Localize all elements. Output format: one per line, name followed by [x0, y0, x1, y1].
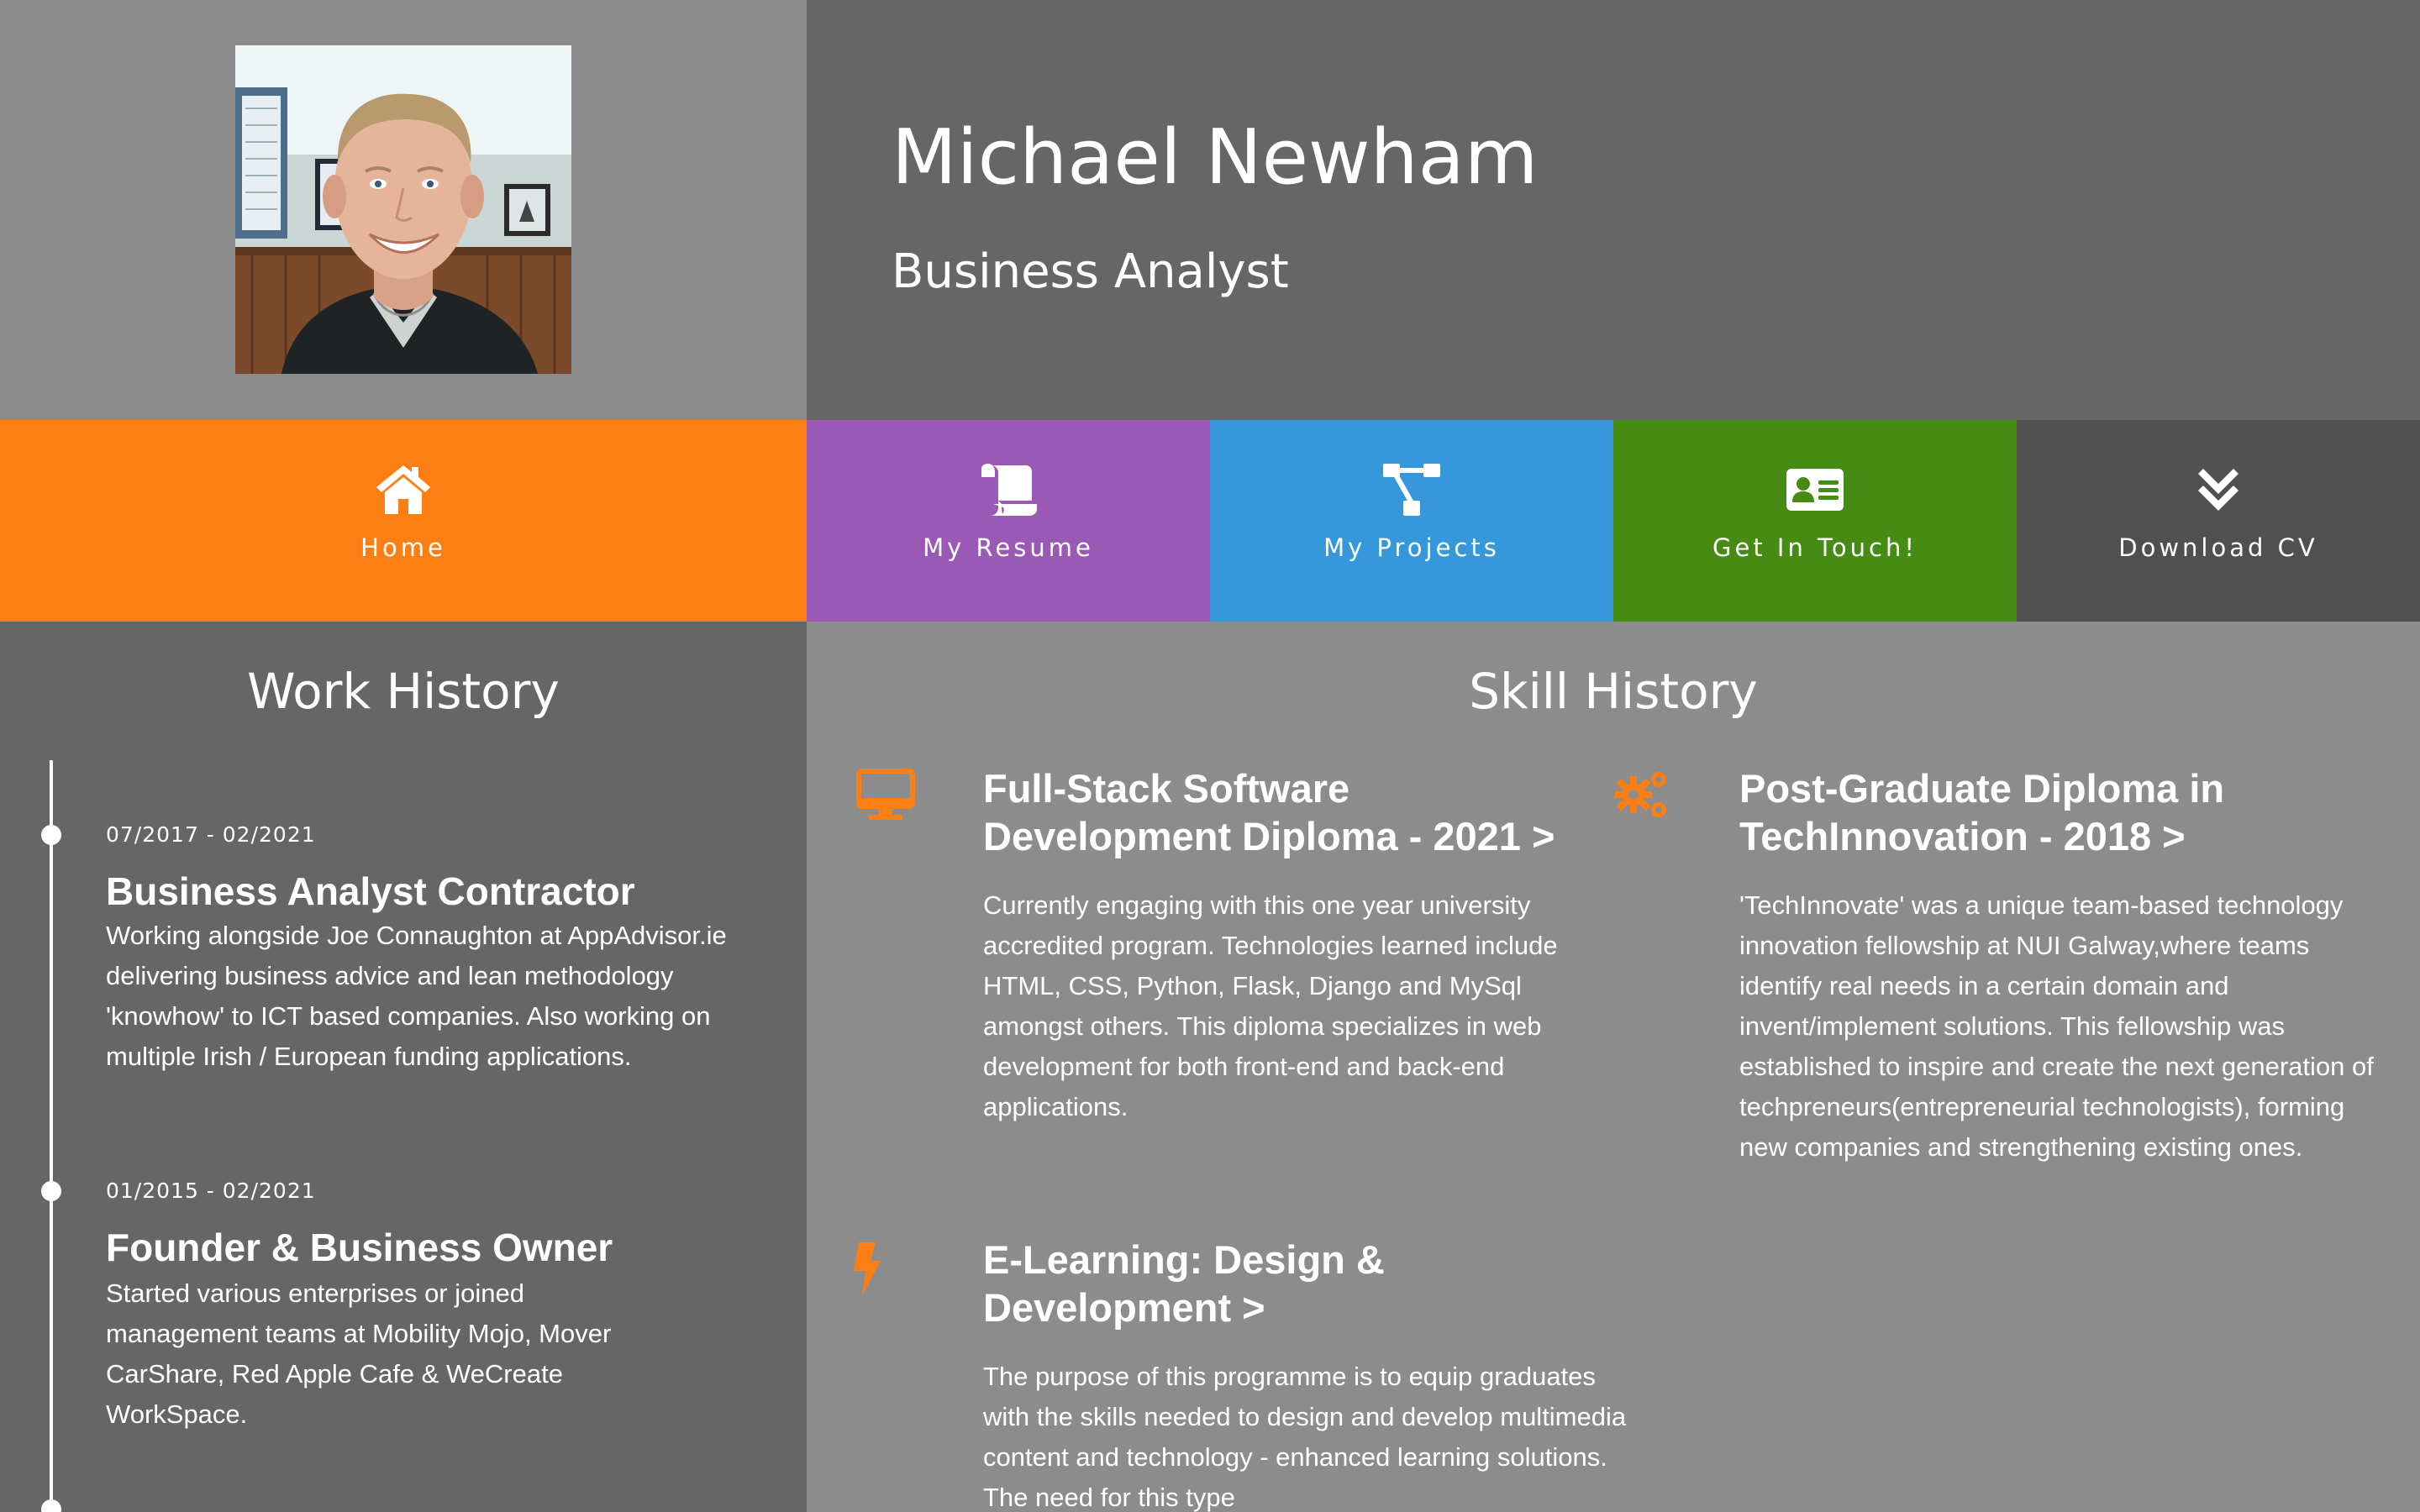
skill-history-section: Skill History Full-Stack Software Develo… — [807, 622, 2420, 1512]
project-diagram-icon — [1381, 462, 1442, 517]
skill-description: The purpose of this programme is to equi… — [983, 1362, 1627, 1512]
profile-name: Michael Newham — [892, 113, 1539, 202]
cogs-icon — [1612, 764, 1672, 825]
timeline-line — [50, 760, 53, 1512]
profile-job-title: Business Analyst — [892, 244, 1289, 299]
nav-download-cv[interactable]: Download CV — [2017, 420, 2420, 622]
skill-description: Currently engaging with this one year un… — [983, 890, 1558, 1121]
entry-title: Founder & Business Owner — [106, 1226, 613, 1269]
skill-title[interactable]: E-Learning: Design & Development > — [983, 1236, 1639, 1331]
entry-description: Working alongside Joe Connaughton at App… — [106, 921, 727, 1071]
header-banner: Michael Newham Business Analyst — [807, 0, 2420, 420]
nav-download-cv-label: Download CV — [2118, 533, 2318, 562]
bolt-icon — [847, 1239, 908, 1299]
nav-get-in-touch[interactable]: Get In Touch! — [1613, 420, 2017, 622]
skill-title[interactable]: Post-Graduate Diploma in TechInnovation … — [1739, 764, 2260, 860]
work-history-section: Work History 07/2017 - 02/2021 Business … — [0, 622, 807, 1512]
nav-my-resume-label: My Resume — [923, 533, 1094, 562]
profile-photo — [235, 45, 571, 374]
profile-photo-panel — [0, 0, 807, 420]
nav-my-projects[interactable]: My Projects — [1210, 420, 1613, 622]
angle-double-down-icon — [2188, 462, 2249, 517]
skill-description: 'TechInnovate' was a unique team-based t… — [1739, 890, 2374, 1162]
timeline-dot — [41, 1181, 61, 1201]
entry-description: Started various enterprises or joined ma… — [106, 1278, 612, 1429]
home-icon — [373, 462, 434, 517]
nav-my-projects-label: My Projects — [1323, 533, 1500, 562]
scroll-icon — [978, 462, 1039, 517]
entry-date: 01/2015 - 02/2021 — [106, 1179, 316, 1203]
nav-home-label: Home — [360, 533, 446, 562]
desktop-icon — [855, 764, 916, 825]
work-history-title: Work History — [247, 663, 560, 720]
nav-home[interactable]: Home — [0, 420, 807, 622]
skill-title[interactable]: Full-Stack Software Development Diploma … — [983, 764, 1588, 860]
main-nav: Home My Resume My Projects Get In Touch!… — [0, 420, 2420, 622]
entry-date: 07/2017 - 02/2021 — [106, 822, 316, 847]
timeline-dot — [41, 825, 61, 845]
skill-history-title: Skill History — [1469, 663, 1758, 720]
timeline-dot — [41, 1499, 61, 1512]
nav-get-in-touch-label: Get In Touch! — [1712, 533, 1918, 562]
address-card-icon — [1785, 462, 1845, 517]
nav-my-resume[interactable]: My Resume — [807, 420, 1210, 622]
entry-title: Business Analyst Contractor — [106, 869, 635, 913]
